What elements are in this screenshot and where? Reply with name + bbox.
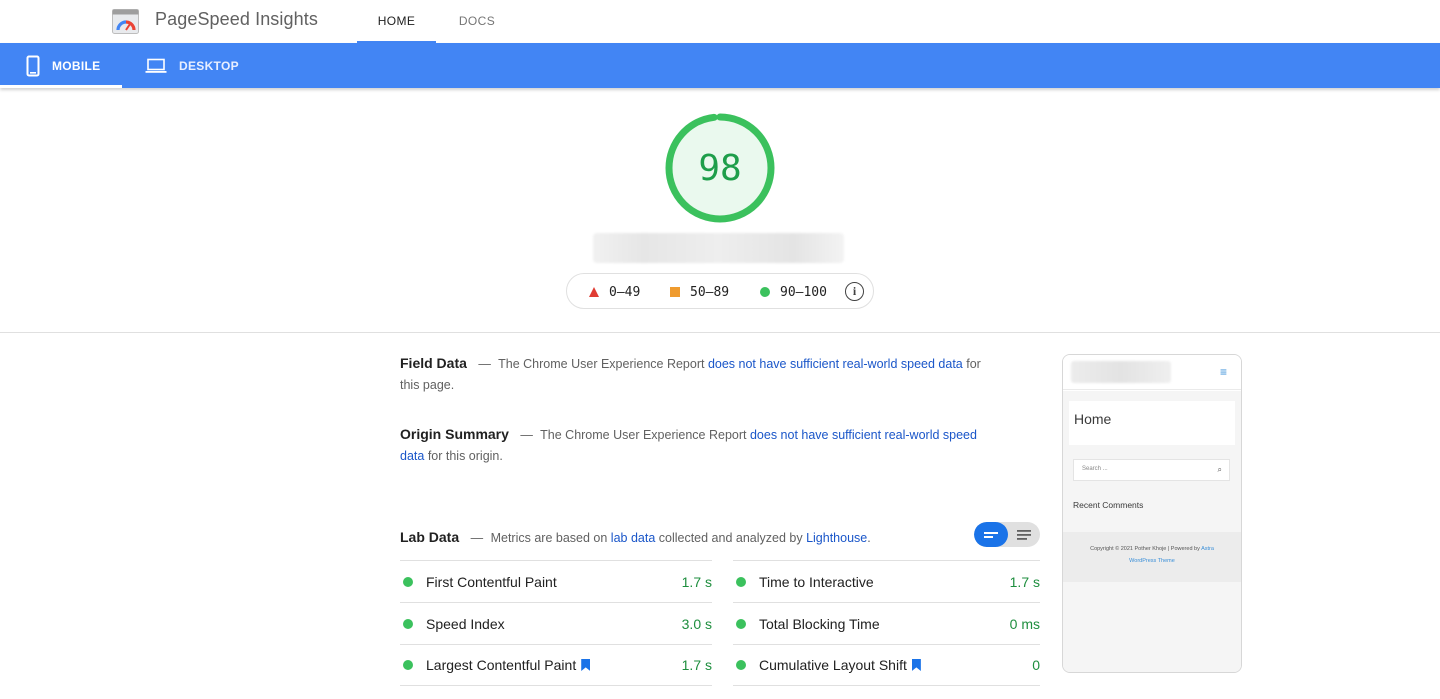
red-triangle-icon: [589, 287, 599, 297]
green-circle-icon: [736, 660, 746, 670]
metric-value: 0: [1032, 657, 1040, 673]
pagespeed-logo-icon: [112, 9, 139, 34]
lab-data-link[interactable]: lab data: [611, 531, 655, 545]
metric-name: Cumulative Layout Shift: [759, 657, 907, 673]
legend-average-label: 50–89: [690, 284, 730, 300]
compact-view-button[interactable]: [974, 522, 1008, 547]
metric-row: Largest Contentful Paint 1.7 s: [400, 644, 712, 686]
tab-mobile-label: MOBILE: [52, 58, 101, 73]
preview-site-logo-redacted: [1071, 361, 1171, 383]
green-circle-icon: [403, 618, 413, 629]
field-data-section: Field Data — The Chrome User Experience …: [400, 355, 981, 392]
preview-recent-comments: Recent Comments: [1073, 500, 1144, 510]
metric-row: Total Blocking Time 0 ms: [733, 602, 1040, 644]
performance-score: 98: [698, 148, 742, 189]
origin-summary-section: Origin Summary — The Chrome User Experie…: [400, 426, 977, 463]
metrics-left-column: First Contentful Paint 1.7 s Speed Index…: [400, 560, 712, 686]
bookmark-icon: [911, 659, 921, 671]
tab-mobile[interactable]: MOBILE: [0, 43, 122, 88]
metrics-view-toggle[interactable]: [974, 522, 1040, 547]
smartphone-icon: [26, 55, 40, 77]
bookmark-icon: [581, 659, 591, 671]
legend-average: 50–89: [670, 274, 729, 310]
metric-row: Cumulative Layout Shift 0: [733, 644, 1040, 686]
field-data-link[interactable]: does not have sufficient real-world spee…: [708, 357, 963, 371]
lab-data-heading: Lab Data: [400, 529, 460, 545]
preview-page-title: Home: [1074, 411, 1112, 427]
metric-value: 1.7 s: [681, 657, 712, 673]
preview-search-field: Search ... ⌕: [1073, 459, 1230, 481]
metric-name: First Contentful Paint: [426, 573, 557, 590]
metric-row: Time to Interactive 1.7 s: [733, 560, 1040, 602]
orange-square-icon: [670, 287, 680, 297]
lab-data-section: Lab Data — Metrics are based on lab data…: [400, 529, 871, 545]
legend-fail: 0–49: [589, 274, 640, 310]
tab-home[interactable]: HOME: [357, 0, 436, 43]
preview-footer: Copyright © 2021 Pother Khoje | Powered …: [1063, 532, 1241, 582]
score-legend: 0–49 50–89 90–100 i: [566, 273, 874, 309]
green-circle-icon: [736, 576, 746, 587]
top-header: PageSpeed Insights HOME DOCS: [0, 0, 1440, 43]
mobile-screenshot-preview: ≡ Home Search ... ⌕ Recent Comments Copy…: [1062, 354, 1242, 673]
expanded-view-button[interactable]: [1008, 522, 1040, 547]
metric-value: 1.7 s: [1009, 573, 1040, 590]
tab-desktop[interactable]: DESKTOP: [145, 43, 255, 88]
legend-pass-label: 90–100: [780, 284, 827, 300]
hamburger-menu-icon: ≡: [1219, 365, 1227, 379]
metric-value: 3.0 s: [681, 615, 712, 632]
metric-row: First Contentful Paint 1.7 s: [400, 560, 712, 602]
metric-name: Speed Index: [426, 615, 505, 632]
metric-name: Total Blocking Time: [759, 615, 880, 632]
origin-summary-heading: Origin Summary: [400, 426, 509, 442]
tested-url-redacted: [593, 233, 844, 263]
green-circle-icon: [403, 660, 413, 670]
metric-name: Largest Contentful Paint: [426, 657, 577, 673]
info-icon[interactable]: i: [845, 282, 864, 301]
short-lines-icon: [984, 531, 998, 538]
metric-name: Time to Interactive: [759, 573, 874, 590]
green-circle-icon: [403, 576, 413, 587]
metric-value: 0 ms: [1009, 615, 1040, 632]
green-circle-icon: [736, 618, 746, 629]
preview-body: Home Search ... ⌕ Recent Comments Copyri…: [1063, 391, 1241, 672]
legend-pass: 90–100: [760, 274, 827, 310]
metric-value: 1.7 s: [681, 573, 712, 590]
device-tab-bar: MOBILE DESKTOP: [0, 43, 1440, 88]
field-data-heading: Field Data: [400, 355, 467, 371]
metric-row: Speed Index 3.0 s: [400, 602, 712, 644]
tab-desktop-label: DESKTOP: [179, 58, 239, 73]
preview-title-card: Home: [1069, 401, 1235, 445]
text-lines-icon: [1017, 529, 1031, 540]
divider: [0, 332, 1440, 333]
green-circle-icon: [760, 287, 770, 297]
preview-header: ≡: [1063, 355, 1241, 390]
tab-docs[interactable]: DOCS: [440, 0, 514, 43]
lighthouse-link[interactable]: Lighthouse: [806, 531, 867, 545]
metrics-right-column: Time to Interactive 1.7 s Total Blocking…: [733, 560, 1040, 686]
app-title: PageSpeed Insights: [155, 9, 318, 29]
search-icon: ⌕: [1217, 465, 1222, 474]
laptop-icon: [145, 58, 167, 74]
legend-fail-label: 0–49: [609, 284, 641, 300]
